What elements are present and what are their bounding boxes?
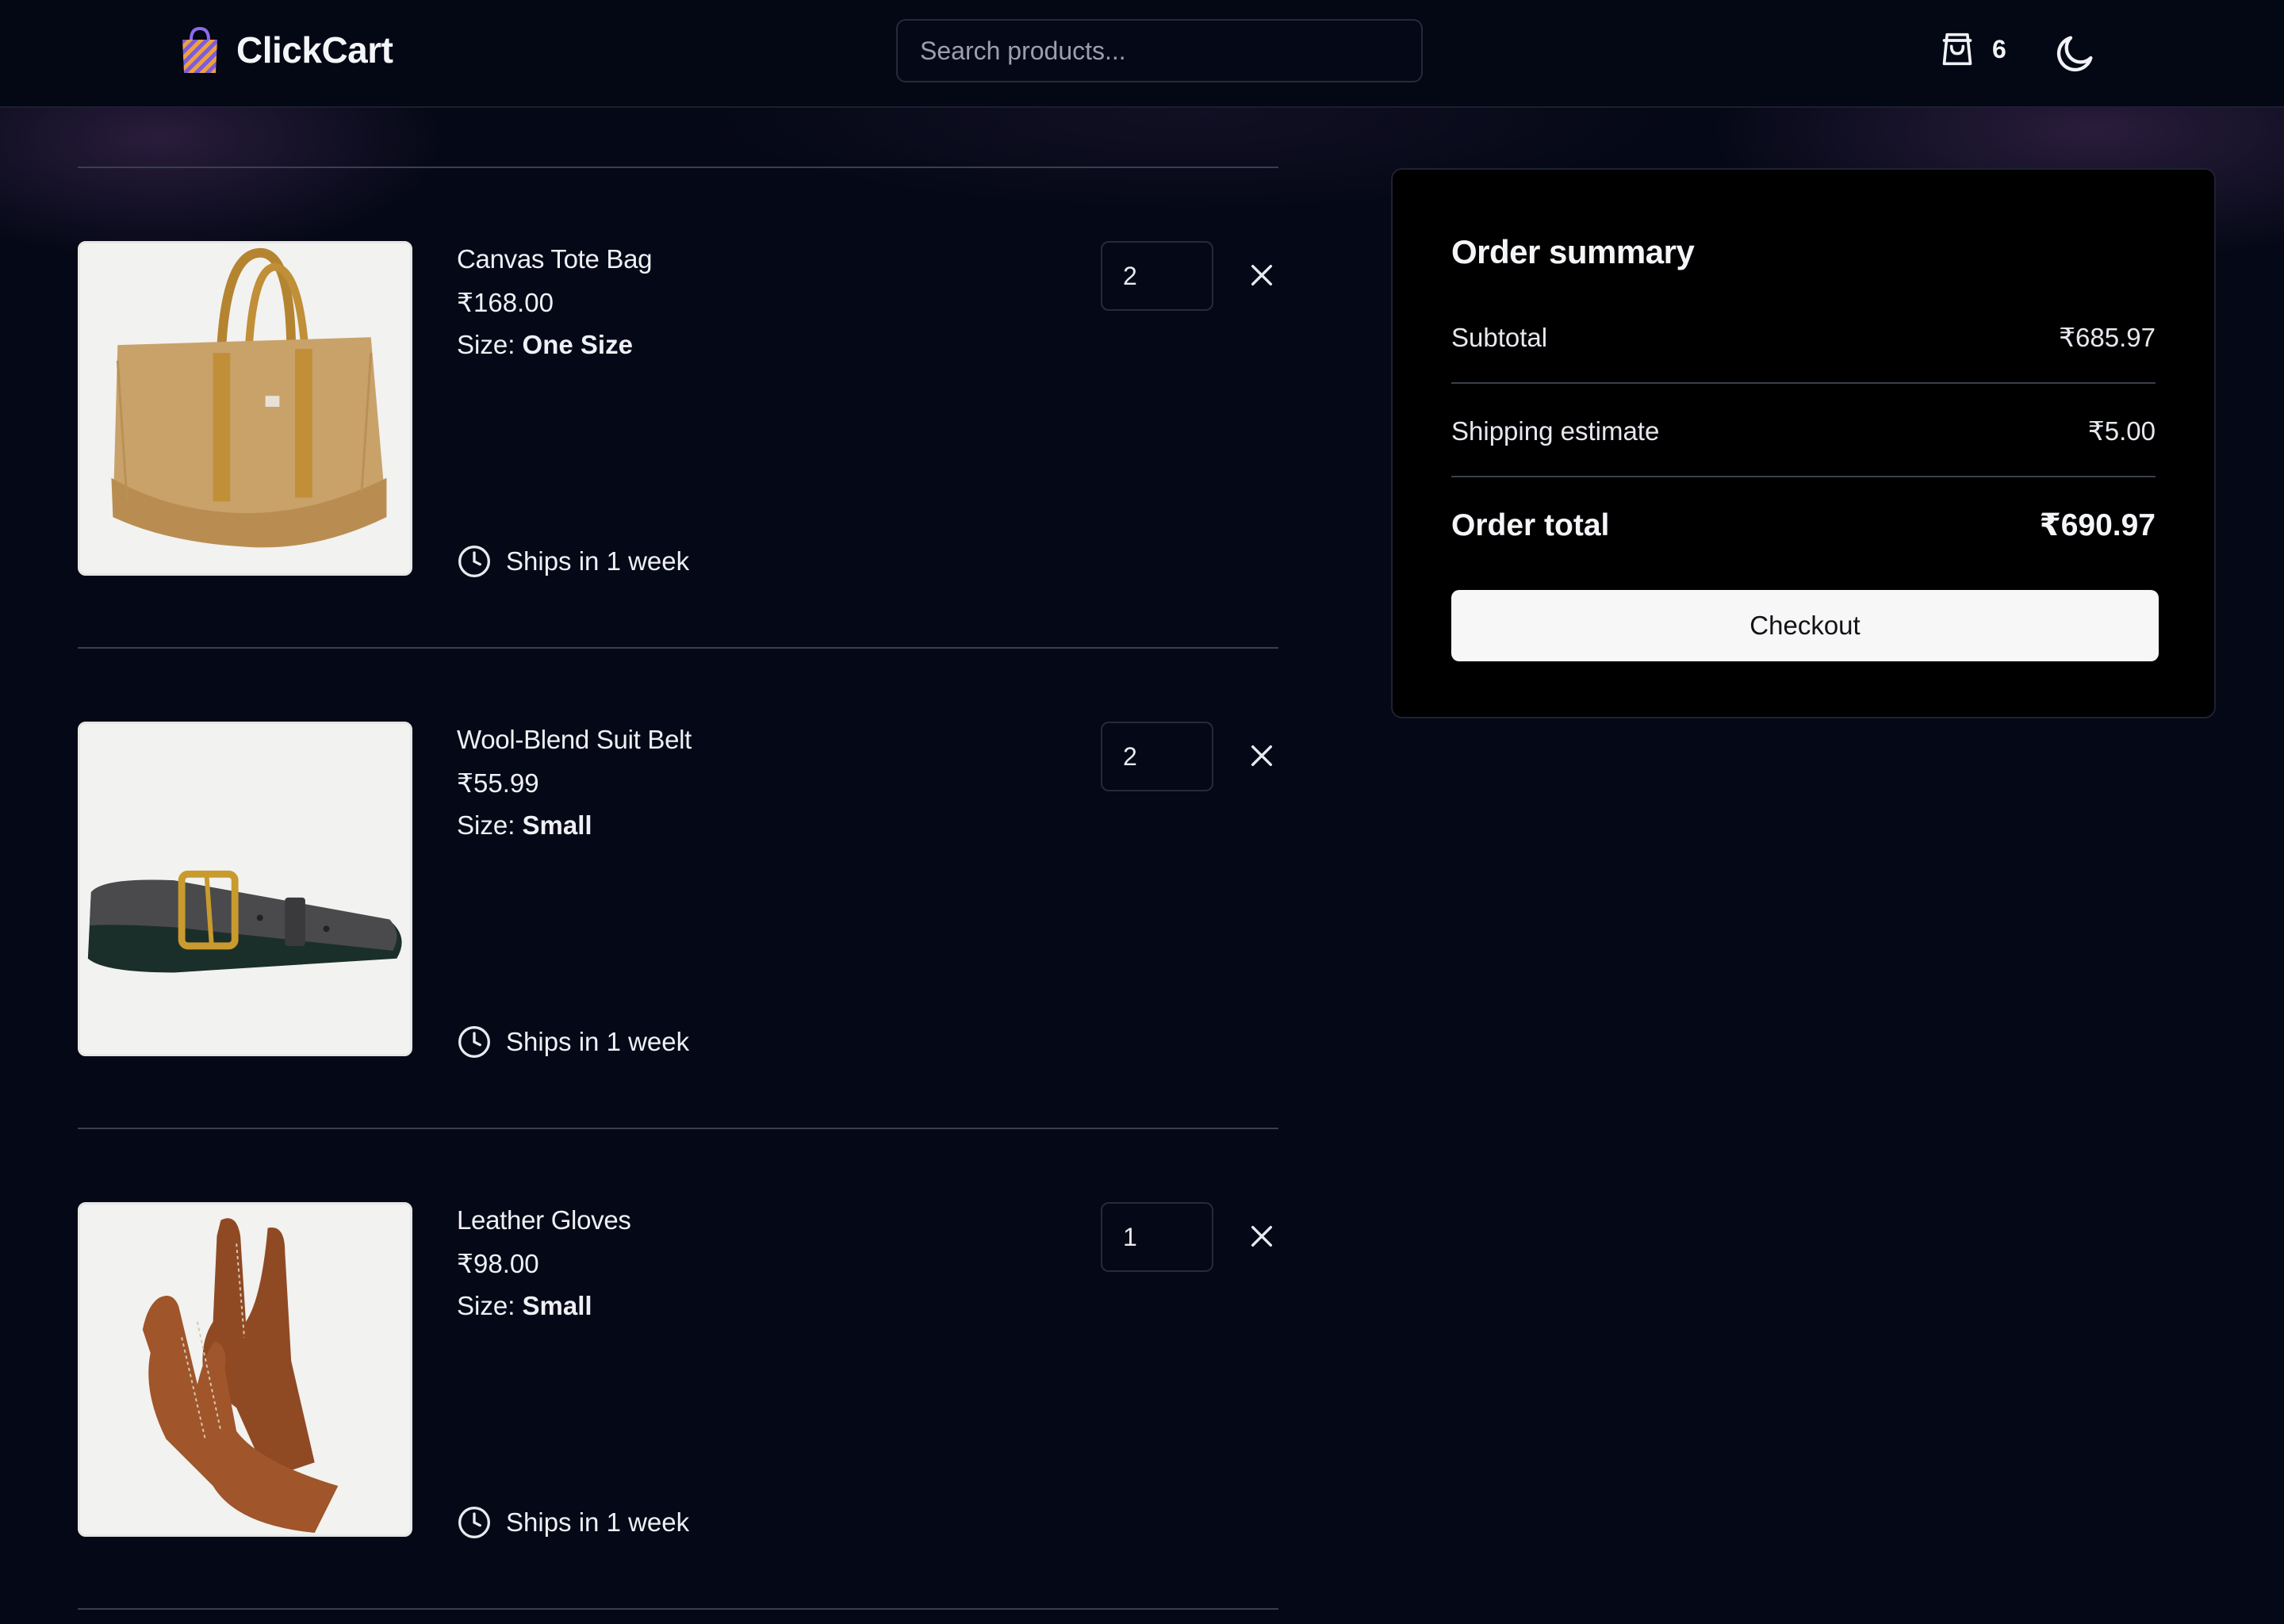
order-summary-panel: Order summary Subtotal ₹685.97 Shipping … [1391, 168, 2216, 718]
order-total-label: Order total [1451, 508, 1610, 542]
brand-logo[interactable]: ClickCart [179, 25, 393, 75]
shipping-estimate-label: Shipping estimate [1451, 416, 1660, 446]
product-size: Size: One Size [457, 330, 633, 360]
product-price: ₹98.00 [457, 1249, 539, 1278]
close-icon [1251, 745, 1273, 767]
shipping-info: Ships in 1 week [457, 1025, 689, 1059]
cart-count-badge: 6 [1992, 34, 2006, 63]
size-value: One Size [522, 330, 633, 359]
product-size: Size: Small [457, 1291, 592, 1321]
moon-icon [2056, 36, 2093, 72]
clock-icon [458, 1026, 490, 1058]
shipping-text: Ships in 1 week [506, 1027, 690, 1056]
product-name[interactable]: Leather Gloves [457, 1205, 631, 1235]
clock-icon [458, 1507, 490, 1538]
shipping-text: Ships in 1 week [506, 546, 690, 576]
clock-icon [458, 546, 490, 577]
product-size: Size: Small [457, 810, 592, 841]
shipping-text: Ships in 1 week [506, 1507, 690, 1537]
cart-items-list: Canvas Tote Bag ₹168.00 Size: One Size S… [78, 167, 1278, 1610]
quantity-input[interactable] [1101, 241, 1213, 311]
product-name[interactable]: Wool-Blend Suit Belt [457, 725, 692, 755]
cart-item-leather-gloves: Leather Gloves ₹98.00 Size: Small Ships … [78, 1129, 1278, 1610]
product-image-belt[interactable] [78, 722, 412, 1056]
size-value: Small [522, 1291, 592, 1320]
search-input[interactable] [896, 19, 1423, 82]
theme-toggle-button[interactable] [2052, 30, 2098, 76]
tote-bag-image [80, 243, 410, 573]
shipping-estimate-value: ₹5.00 [2087, 416, 2156, 446]
quantity-input[interactable] [1101, 722, 1213, 791]
close-icon [1251, 264, 1273, 286]
shopping-bag-logo-icon [182, 26, 217, 73]
cart-item-canvas-tote-bag: Canvas Tote Bag ₹168.00 Size: One Size S… [78, 168, 1278, 649]
quantity-input[interactable] [1101, 1202, 1213, 1272]
remove-item-button[interactable] [1244, 257, 1280, 293]
cart-item-wool-blend-suit-belt: Wool-Blend Suit Belt ₹55.99 Size: Small … [78, 649, 1278, 1129]
summary-divider [1451, 382, 2156, 384]
size-label: Size: [457, 810, 515, 840]
subtotal-value: ₹685.97 [2059, 323, 2156, 352]
shipping-info: Ships in 1 week [457, 1505, 689, 1540]
size-label: Size: [457, 1291, 515, 1320]
order-total-value: ₹690.97 [2039, 508, 2156, 542]
close-icon [1251, 1225, 1273, 1247]
size-value: Small [522, 810, 592, 840]
remove-item-button[interactable] [1244, 1218, 1280, 1254]
subtotal-row: Subtotal ₹685.97 [1451, 322, 2156, 353]
belt-image [80, 724, 410, 1054]
product-price: ₹168.00 [457, 288, 554, 317]
order-summary-title: Order summary [1451, 233, 1695, 270]
cart-button[interactable]: 6 [1940, 30, 2006, 68]
shopping-bag-icon [1942, 33, 1972, 66]
product-image-gloves[interactable] [78, 1202, 412, 1537]
order-total-row: Order total ₹690.97 [1451, 508, 2156, 543]
top-navbar: ClickCart 6 [0, 0, 2284, 108]
shipping-estimate-row: Shipping estimate ₹5.00 [1451, 416, 2156, 446]
size-label: Size: [457, 330, 515, 359]
checkout-button[interactable]: Checkout [1451, 590, 2159, 661]
product-price: ₹55.99 [457, 768, 539, 798]
gloves-image [80, 1205, 410, 1534]
remove-item-button[interactable] [1244, 737, 1280, 774]
summary-divider [1451, 476, 2156, 477]
subtotal-label: Subtotal [1451, 322, 1548, 352]
product-name[interactable]: Canvas Tote Bag [457, 244, 653, 274]
brand-name: ClickCart [236, 29, 393, 71]
shipping-info: Ships in 1 week [457, 544, 689, 579]
product-image-tote-bag[interactable] [78, 241, 412, 576]
